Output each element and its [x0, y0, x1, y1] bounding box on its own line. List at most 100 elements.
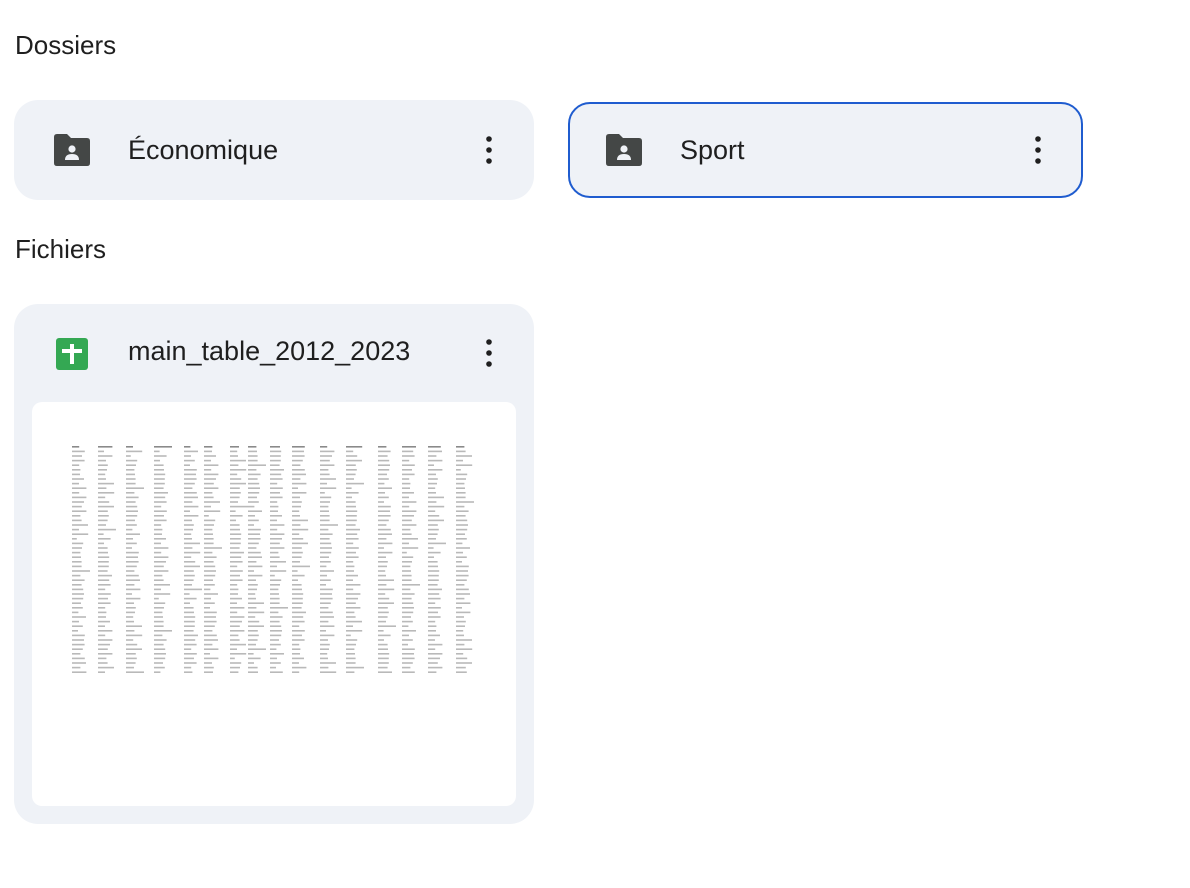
preview-cell — [126, 616, 134, 618]
preview-cell — [456, 455, 472, 457]
preview-cell — [98, 579, 110, 581]
preview-cell — [98, 478, 106, 480]
preview-cell — [184, 551, 201, 554]
preview-cell — [126, 662, 136, 664]
preview-cell — [428, 593, 440, 595]
preview-cell — [402, 597, 412, 600]
preview-cell — [248, 607, 257, 609]
preview-cell — [230, 459, 246, 462]
preview-cell — [184, 446, 191, 448]
preview-cell — [98, 666, 114, 669]
preview-cell — [346, 538, 359, 540]
preview-cell — [72, 496, 87, 499]
preview-cell — [72, 455, 82, 457]
preview-cell — [456, 570, 468, 572]
preview-cell — [184, 528, 193, 531]
preview-cell — [270, 528, 278, 531]
preview-cell — [270, 662, 281, 664]
preview-cell — [402, 593, 415, 595]
preview-cell — [248, 639, 258, 641]
preview-cell — [126, 524, 137, 526]
preview-cell — [428, 455, 437, 457]
preview-cell — [248, 671, 258, 673]
preview-cell — [98, 482, 114, 485]
preview-cell — [154, 547, 169, 549]
preview-cell — [204, 561, 214, 563]
preview-cell — [98, 551, 108, 554]
preview-cell — [98, 561, 109, 563]
preview-cell — [204, 455, 216, 457]
file-card-main-table[interactable]: main_table_2012_2023 — [14, 304, 534, 824]
preview-cell — [184, 547, 193, 549]
preview-cell — [320, 547, 332, 549]
preview-cell — [184, 662, 197, 664]
preview-cell — [204, 597, 211, 600]
preview-cell — [204, 625, 215, 627]
preview-cell — [320, 653, 328, 655]
preview-cell — [184, 611, 194, 614]
preview-cell — [126, 473, 135, 476]
preview-cell — [230, 634, 239, 637]
preview-cell — [402, 492, 414, 494]
folder-card-sport[interactable]: Sport — [568, 102, 1083, 198]
preview-cell — [378, 597, 390, 600]
preview-cell — [270, 657, 277, 660]
preview-cell — [184, 533, 192, 535]
preview-cell — [204, 542, 214, 545]
preview-cell — [270, 515, 282, 517]
preview-cell — [154, 561, 166, 563]
preview-cell — [72, 597, 84, 600]
preview-cell — [248, 556, 262, 558]
preview-cell — [320, 469, 329, 471]
preview-cell — [248, 611, 265, 614]
file-thumbnail[interactable] — [32, 402, 516, 806]
preview-cell — [230, 464, 239, 466]
preview-cell — [184, 666, 192, 669]
preview-cell — [428, 616, 441, 618]
preview-cell — [154, 579, 164, 581]
preview-cell — [126, 501, 136, 503]
preview-cell — [270, 579, 282, 581]
preview-cell — [248, 515, 255, 517]
preview-cell — [320, 510, 329, 512]
preview-cell — [320, 473, 330, 476]
preview-cell — [456, 464, 473, 466]
more-options-icon[interactable] — [1023, 130, 1053, 170]
preview-cell — [230, 643, 246, 646]
preview-cell — [270, 464, 280, 466]
preview-cell — [72, 620, 79, 623]
preview-cell — [98, 450, 104, 453]
preview-cell — [428, 561, 438, 563]
preview-cell — [204, 616, 216, 618]
file-name: main_table_2012_2023 — [128, 336, 411, 366]
preview-cell — [230, 547, 240, 549]
preview-cell — [204, 565, 216, 568]
preview-cell — [154, 620, 164, 623]
more-options-icon[interactable] — [474, 333, 504, 373]
preview-cell — [204, 648, 219, 650]
preview-cell — [270, 643, 281, 646]
preview-cell — [184, 620, 195, 623]
preview-cell — [126, 588, 141, 591]
preview-cell — [402, 616, 411, 618]
preview-cell — [154, 533, 162, 535]
more-options-icon[interactable] — [474, 130, 504, 170]
preview-cell — [204, 469, 212, 471]
preview-cell — [98, 446, 113, 448]
preview-cell — [456, 450, 466, 453]
preview-cell — [320, 616, 334, 618]
preview-cell — [402, 620, 413, 623]
folder-card-economique[interactable]: Économique — [14, 100, 534, 200]
preview-cell — [270, 556, 280, 558]
preview-cell — [270, 469, 284, 471]
preview-cell — [98, 648, 108, 650]
preview-cell — [378, 528, 391, 531]
preview-cell — [456, 584, 465, 586]
preview-cell — [72, 510, 87, 512]
preview-cell — [402, 579, 412, 581]
preview-cell — [292, 547, 302, 549]
preview-cell — [184, 607, 194, 609]
preview-cell — [292, 565, 310, 568]
preview-cell — [346, 478, 354, 480]
preview-cell — [248, 547, 257, 549]
